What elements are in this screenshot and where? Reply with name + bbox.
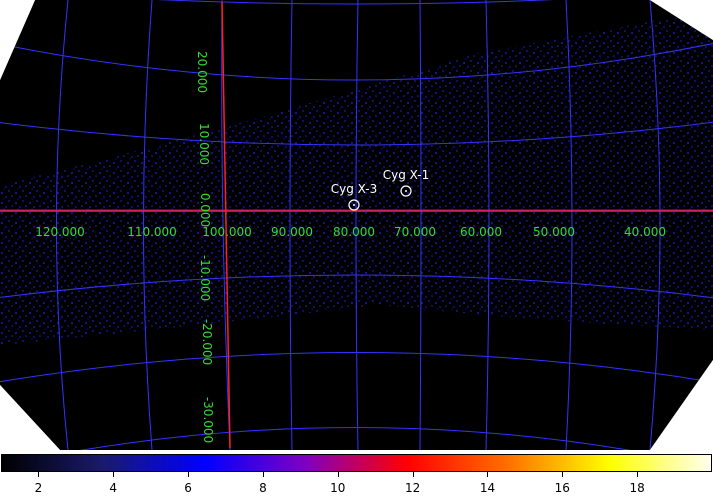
colorbar-tick [412,472,414,477]
colorbar-tick [38,472,40,477]
colorbar-tick [562,472,564,477]
lat-label: -10.000 [198,255,212,301]
lon-label: 110.000 [127,225,177,239]
lon-label: 40.000 [624,225,666,239]
colorbar-tick [337,472,339,477]
colorbar-tick [113,472,115,477]
lon-label: 80.000 [333,225,375,239]
region-label: Cyg X-1 [383,168,430,182]
colorbar-tick [188,472,190,477]
colorbar-tick [487,472,489,477]
colorbar-tick-label: 6 [184,481,192,495]
lat-label: -30.000 [201,397,215,443]
colorbar-tick-label: 4 [109,481,118,495]
lon-label: 60.000 [460,225,502,239]
colorbar[interactable] [1,454,712,472]
image-viewer[interactable]: 120.000 110.000 100.000 90.000 80.000 70… [0,0,713,450]
colorbar-tick-label: 16 [554,481,570,495]
colorbar-tick-label: 18 [629,481,645,495]
lon-label: 120.000 [35,225,85,239]
colorbar-tick-label: 10 [330,481,346,495]
lat-label: 20.000 [195,51,209,93]
lat-label: 0.000 [198,193,212,227]
longitude-labels: 120.000 110.000 100.000 90.000 80.000 70… [35,225,666,239]
colorbar-tick [262,472,264,477]
region-label: Cyg X-3 [331,182,378,196]
sky-map[interactable]: 120.000 110.000 100.000 90.000 80.000 70… [0,0,713,450]
colorbar-tick-label: 14 [479,481,496,495]
colorbar-tick-label: 12 [404,481,421,495]
colorbar-tick-label: 8 [259,481,267,495]
lon-label: 90.000 [271,225,313,239]
lat-label: 10.000 [197,123,211,165]
lon-label: 70.000 [394,225,436,239]
lat-label: -20.000 [200,319,214,365]
lon-label: 50.000 [533,225,575,239]
colorbar-tick-label: 2 [34,481,43,495]
colorbar-tick [637,472,639,477]
colorbar-panel: 2 4 6 8 10 12 14 16 18 [0,454,713,498]
